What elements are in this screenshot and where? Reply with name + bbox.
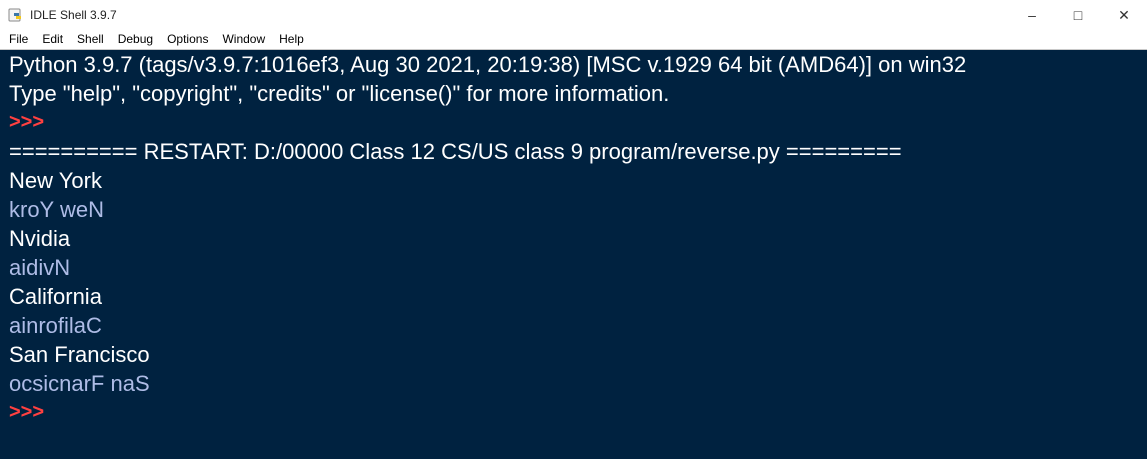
idle-shell-window: IDLE Shell 3.9.7 – □ ✕ File Edit Shell D… — [0, 0, 1147, 459]
title-bar: IDLE Shell 3.9.7 – □ ✕ — [0, 0, 1147, 30]
menu-help[interactable]: Help — [272, 30, 311, 49]
maximize-button[interactable]: □ — [1055, 0, 1101, 30]
minimize-icon: – — [1028, 7, 1036, 23]
shell-prompt: >>> — [9, 111, 45, 133]
close-button[interactable]: ✕ — [1101, 0, 1147, 30]
output-line: ocsicnarF naS — [9, 371, 150, 396]
banner-line: Python 3.9.7 (tags/v3.9.7:1016ef3, Aug 3… — [9, 52, 967, 77]
window-title: IDLE Shell 3.9.7 — [30, 8, 117, 22]
menu-shell[interactable]: Shell — [70, 30, 111, 49]
menu-edit[interactable]: Edit — [35, 30, 70, 49]
menu-window[interactable]: Window — [215, 30, 272, 49]
python-idle-icon — [8, 7, 24, 23]
input-line: California — [9, 284, 102, 309]
menu-bar: File Edit Shell Debug Options Window Hel… — [0, 30, 1147, 49]
window-controls: – □ ✕ — [1009, 0, 1147, 30]
output-line: kroY weN — [9, 197, 104, 222]
output-line: aidivN — [9, 255, 71, 280]
output-line: ainrofilaC — [9, 313, 102, 338]
menu-debug[interactable]: Debug — [111, 30, 160, 49]
close-icon: ✕ — [1118, 6, 1130, 23]
banner-help-line: Type "help", "copyright", "credits" or "… — [9, 81, 670, 106]
input-line: Nvidia — [9, 226, 71, 251]
menu-file[interactable]: File — [2, 30, 35, 49]
minimize-button[interactable]: – — [1009, 0, 1055, 30]
shell-text-area[interactable]: Python 3.9.7 (tags/v3.9.7:1016ef3, Aug 3… — [0, 49, 1147, 459]
shell-prompt[interactable]: >>> — [0, 398, 1147, 427]
maximize-icon: □ — [1073, 7, 1083, 23]
restart-line: ========== RESTART: D:/00000 Class 12 CS… — [9, 139, 902, 164]
input-line: New York — [9, 168, 102, 193]
menu-options[interactable]: Options — [160, 30, 215, 49]
input-line: San Francisco — [9, 342, 150, 367]
